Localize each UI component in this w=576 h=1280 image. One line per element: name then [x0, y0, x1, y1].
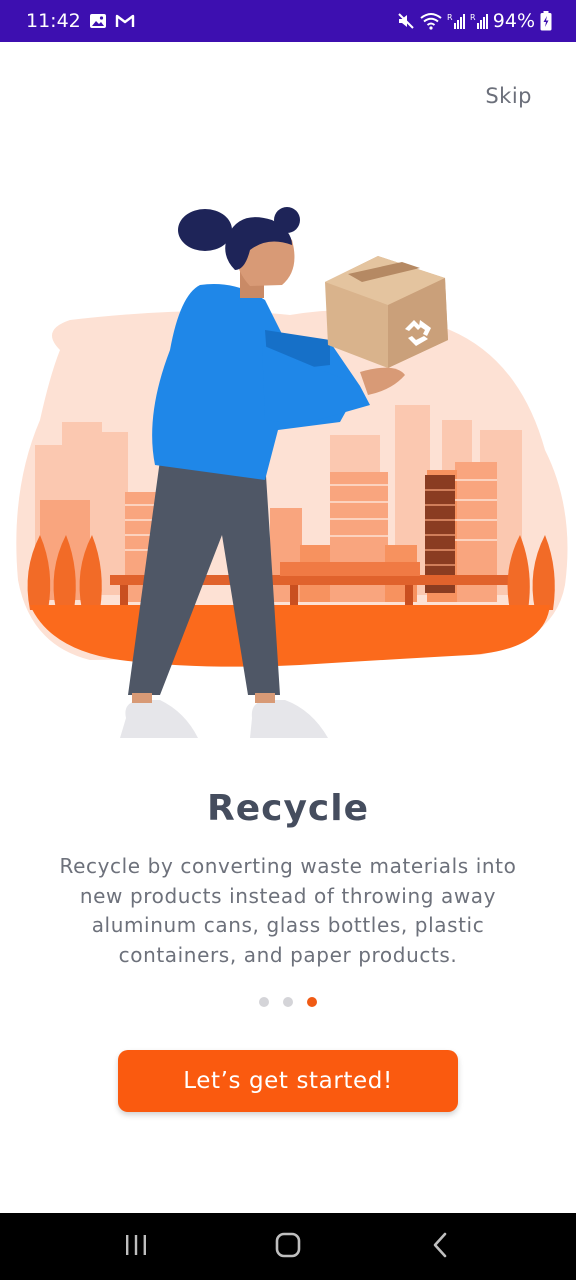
home-icon — [275, 1232, 301, 1262]
svg-text:R: R — [447, 13, 453, 22]
signal-r-icon: R — [470, 12, 488, 30]
home-button[interactable] — [258, 1222, 318, 1272]
skip-button[interactable]: Skip — [485, 84, 532, 108]
page-dot-1[interactable] — [259, 997, 269, 1007]
recents-icon — [124, 1234, 148, 1260]
gmail-icon — [115, 13, 135, 29]
system-nav-bar — [0, 1213, 576, 1280]
back-icon — [432, 1232, 448, 1262]
wifi-icon — [420, 12, 442, 30]
image-icon — [89, 13, 107, 29]
page-dot-2[interactable] — [283, 997, 293, 1007]
signal-r-icon: R — [447, 12, 465, 30]
onboarding-illustration — [0, 190, 576, 750]
mute-icon — [397, 12, 415, 30]
battery-charging-icon — [540, 11, 552, 31]
status-bar-right: R R 94% — [397, 10, 552, 32]
page-title: Recycle — [206, 788, 370, 829]
page-dot-3-active[interactable] — [307, 997, 317, 1007]
recents-button[interactable] — [106, 1222, 166, 1272]
back-button[interactable] — [410, 1222, 470, 1272]
status-time: 11:42 — [26, 10, 81, 32]
battery-percent: 94% — [492, 10, 535, 32]
page-indicator — [0, 997, 576, 1007]
get-started-button[interactable]: Let’s get started! — [118, 1050, 458, 1112]
status-bar: 11:42 R R 94% — [0, 0, 576, 42]
svg-text:R: R — [470, 13, 476, 22]
page-description: Recycle by converting waste materials in… — [59, 854, 517, 967]
status-bar-left: 11:42 — [26, 10, 135, 32]
